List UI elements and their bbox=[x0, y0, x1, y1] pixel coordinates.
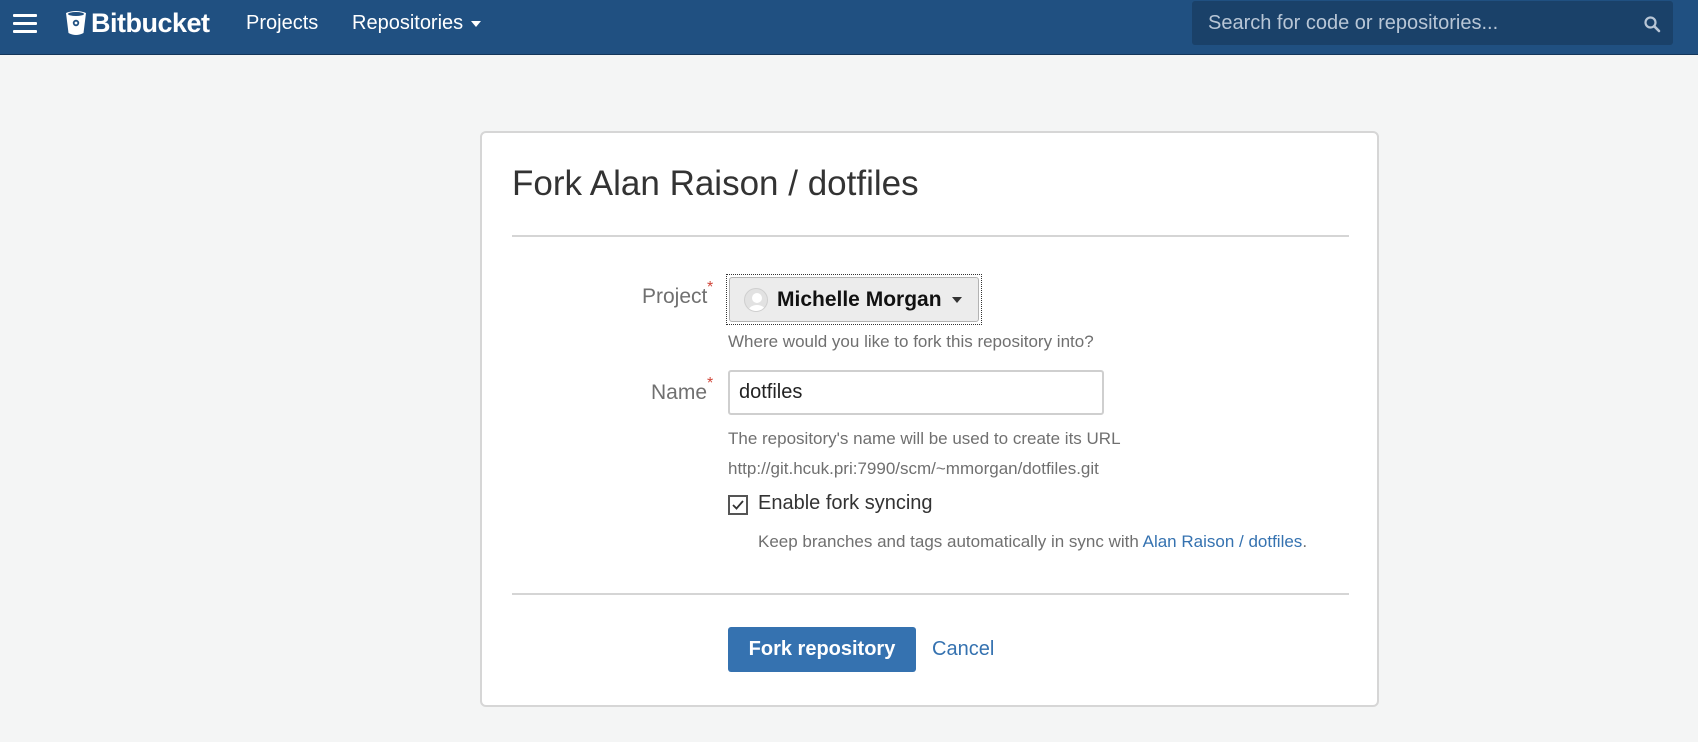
user-avatar-icon bbox=[744, 287, 768, 312]
cancel-link[interactable]: Cancel bbox=[932, 638, 994, 661]
fork-repository-button[interactable]: Fork repository bbox=[728, 627, 916, 672]
nav-repositories-label: Repositories bbox=[352, 12, 464, 34]
nav-repositories-dropdown[interactable]: Repositories bbox=[352, 12, 482, 35]
page-title: Fork Alan Raison / dotfiles bbox=[512, 164, 919, 203]
project-selected-value: Michelle Morgan bbox=[777, 287, 942, 311]
fork-sync-checkbox[interactable] bbox=[728, 495, 748, 515]
fork-sync-label[interactable]: Enable fork syncing bbox=[758, 492, 933, 515]
name-field[interactable] bbox=[728, 370, 1104, 415]
divider bbox=[512, 235, 1349, 237]
checkmark-icon bbox=[732, 500, 744, 510]
chevron-down-icon bbox=[951, 296, 962, 303]
required-indicator: * bbox=[707, 279, 714, 296]
fork-form-card: Fork Alan Raison / dotfiles Project * Mi… bbox=[480, 131, 1379, 707]
top-navigation-bar: Bitbucket Projects Repositories bbox=[0, 0, 1698, 55]
chevron-down-icon bbox=[471, 20, 482, 27]
project-select-dropdown[interactable]: Michelle Morgan bbox=[729, 277, 979, 322]
search-box bbox=[1192, 1, 1673, 45]
divider bbox=[512, 593, 1349, 595]
bitbucket-bucket-icon bbox=[66, 11, 86, 35]
hamburger-menu-icon[interactable] bbox=[13, 13, 37, 33]
nav-projects[interactable]: Projects bbox=[246, 12, 318, 35]
search-input[interactable] bbox=[1192, 1, 1632, 45]
nav-projects-label: Projects bbox=[246, 12, 319, 34]
required-indicator: * bbox=[707, 375, 714, 392]
project-label: Project bbox=[642, 285, 708, 308]
logo-text: Bitbucket bbox=[91, 7, 210, 38]
repository-url-preview: http://git.hcuk.pri:7990/scm/~mmorgan/do… bbox=[728, 459, 1099, 478]
fork-sync-help-text: Keep branches and tags automatically in … bbox=[758, 532, 1307, 552]
search-icon[interactable] bbox=[1643, 15, 1661, 33]
project-help-text: Where would you like to fork this reposi… bbox=[728, 332, 1094, 351]
fork-sync-help-suffix: . bbox=[1302, 532, 1308, 551]
name-help-text: The repository's name will be used to cr… bbox=[728, 429, 1121, 448]
bitbucket-logo[interactable]: Bitbucket bbox=[65, 8, 210, 38]
project-select-focus-ring: Michelle Morgan bbox=[726, 274, 982, 325]
upstream-repo-link[interactable]: Alan Raison / dotfiles bbox=[1143, 532, 1303, 551]
name-label: Name bbox=[651, 381, 708, 404]
fork-sync-help-prefix: Keep branches and tags automatically in … bbox=[758, 532, 1143, 551]
